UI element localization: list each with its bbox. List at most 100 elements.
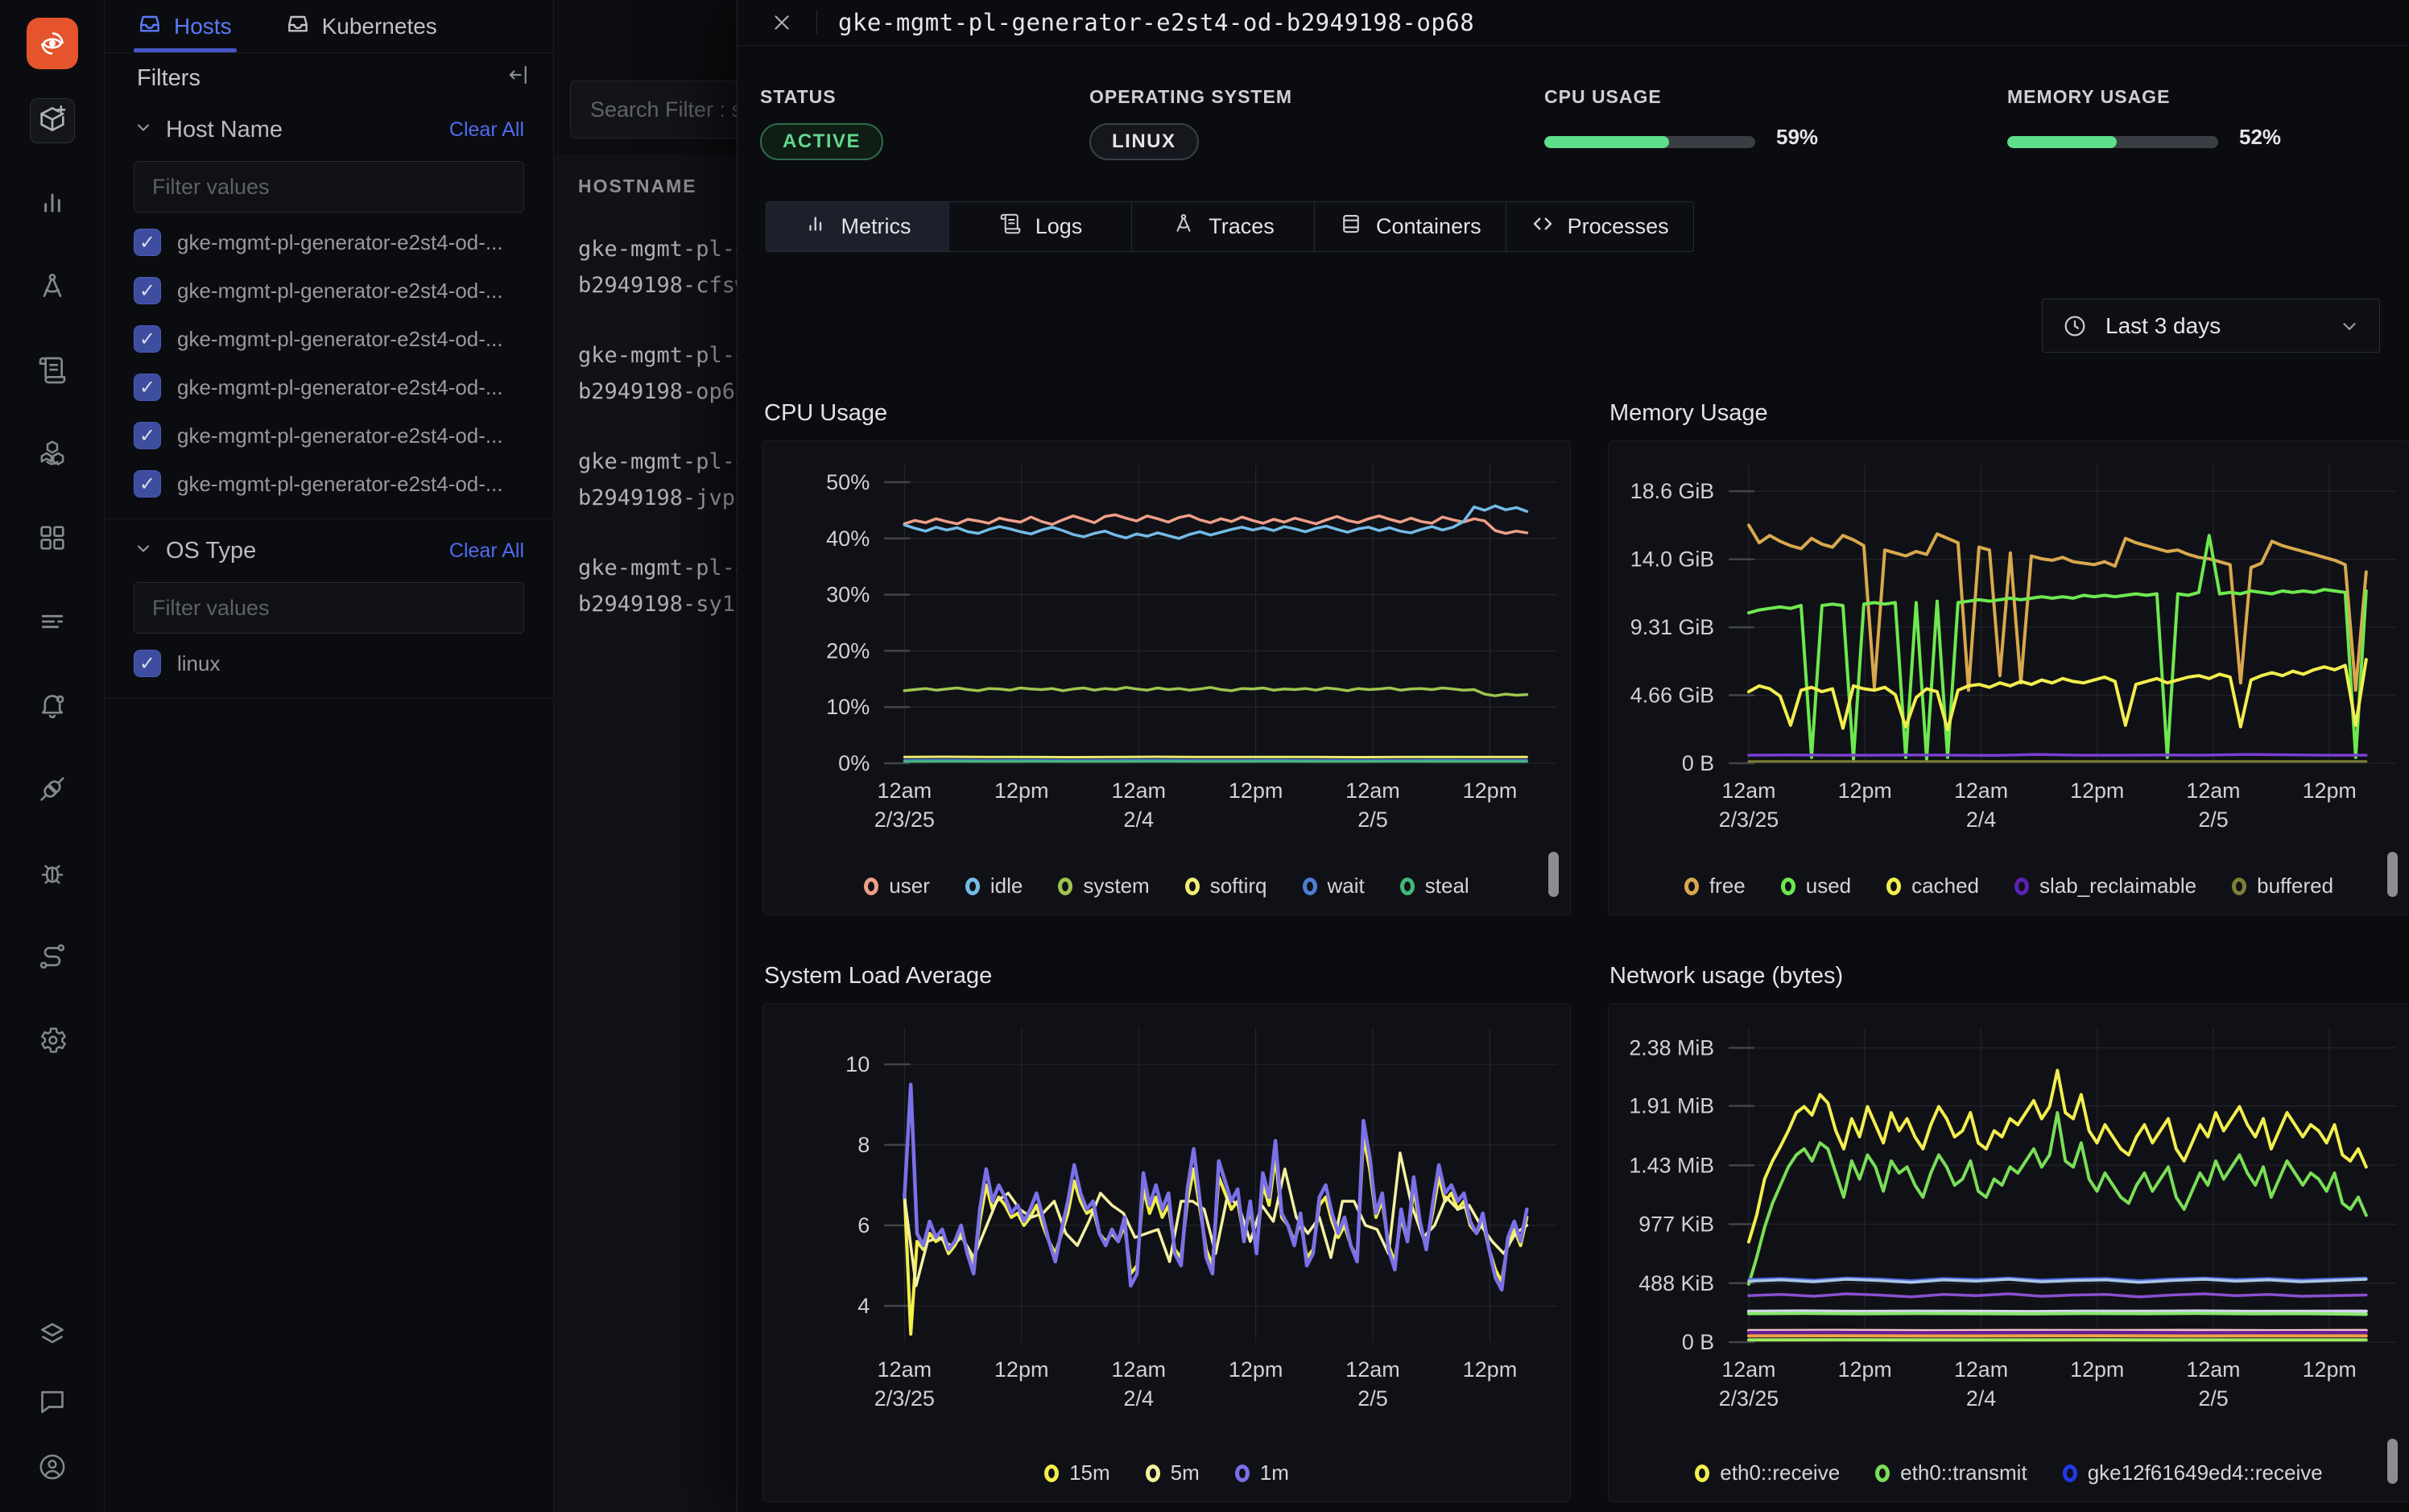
section-title: OS Type	[166, 538, 256, 564]
clear-all-link[interactable]: Clear All	[449, 118, 524, 142]
tab-traces[interactable]: Traces	[1131, 201, 1315, 252]
chevron-down-icon[interactable]	[134, 117, 153, 143]
legend-item[interactable]: cached	[1886, 874, 1979, 899]
checkbox-checked[interactable]: ✓	[134, 277, 161, 304]
chart-title: Memory Usage	[1609, 400, 2409, 429]
cpu-usage-bar	[1544, 136, 1755, 148]
clear-all-link[interactable]: Clear All	[449, 539, 524, 563]
rail-item-service-map[interactable]	[30, 936, 75, 981]
tab-kubernetes[interactable]: Kubernetes	[285, 0, 437, 52]
memory-usage-plot[interactable]: 0 B4.66 GiB9.31 GiB14.0 GiB18.6 GiB12am2…	[1609, 441, 2409, 848]
filter-option[interactable]: ✓gke-mgmt-pl-generator-e2st4-od-...	[134, 325, 524, 353]
rail-item-logs[interactable]	[30, 349, 75, 395]
rail-item-infra[interactable]	[30, 98, 75, 143]
svg-text:12pm: 12pm	[2070, 779, 2124, 803]
rail-item-traces[interactable]	[30, 266, 75, 311]
close-icon[interactable]	[768, 9, 795, 36]
legend-ring-icon	[1044, 1464, 1059, 1482]
rail-item-dashboard-grid[interactable]	[30, 517, 75, 562]
filter-option[interactable]: ✓gke-mgmt-pl-generator-e2st4-od-...	[134, 470, 524, 498]
svg-text:10%: 10%	[826, 695, 870, 719]
svg-text:8: 8	[857, 1133, 870, 1157]
tab-logs[interactable]: Logs	[948, 201, 1132, 252]
network-usage-plot[interactable]: 0 B488 KiB977 KiB1.43 MiB1.91 MiB2.38 Mi…	[1609, 1004, 2409, 1427]
svg-text:20%: 20%	[826, 638, 870, 663]
legend-ring-icon	[1235, 1464, 1250, 1482]
legend-item[interactable]: system	[1058, 874, 1149, 899]
tab-label: Hosts	[174, 14, 232, 39]
filter-option[interactable]: ✓gke-mgmt-pl-generator-e2st4-od-...	[134, 374, 524, 401]
rail-item-settings[interactable]	[30, 1019, 75, 1064]
drawer-title: gke-mgmt-pl-generator-e2st4-od-b2949198-…	[838, 9, 1474, 36]
rail-item-account[interactable]	[30, 1446, 75, 1491]
os-type-filter-input[interactable]	[134, 582, 524, 634]
legend-item[interactable]: idle	[965, 874, 1023, 899]
legend-item[interactable]: 15m	[1044, 1460, 1110, 1485]
filter-option[interactable]: ✓gke-mgmt-pl-generator-e2st4-od-...	[134, 229, 524, 256]
legend-item[interactable]: softirq	[1185, 874, 1267, 899]
checkbox-checked[interactable]: ✓	[134, 325, 161, 353]
grid-icon	[36, 522, 68, 558]
checkbox-checked[interactable]: ✓	[134, 374, 161, 401]
legend-item[interactable]: 5m	[1146, 1460, 1200, 1485]
legend-item[interactable]: 1m	[1235, 1460, 1289, 1485]
rail-item-dashboards[interactable]	[30, 182, 75, 227]
tab-hosts[interactable]: Hosts	[137, 0, 232, 52]
svg-text:2/5: 2/5	[1357, 808, 1388, 832]
legend-ring-icon	[1781, 878, 1795, 895]
svg-text:2/4: 2/4	[1966, 1386, 1996, 1411]
legend-ring-icon	[1695, 1464, 1709, 1482]
legend-item[interactable]: user	[864, 874, 930, 899]
filters-panel: Hosts Kubernetes Filters Host Name Clear…	[105, 0, 554, 1512]
tab-containers[interactable]: Containers	[1314, 201, 1506, 252]
rail-item-alerts[interactable]	[30, 684, 75, 729]
legend-scrollbar[interactable]	[1548, 852, 1559, 897]
legend-item[interactable]: eth0::transmit	[1875, 1460, 2027, 1485]
legend-scrollbar[interactable]	[2387, 852, 2398, 897]
chevron-down-icon[interactable]	[134, 538, 153, 564]
svg-text:12am: 12am	[1111, 1357, 1166, 1382]
legend-item[interactable]: used	[1781, 874, 1851, 899]
legend-item[interactable]: slab_reclaimable	[2014, 874, 2196, 899]
rail-item-versions[interactable]	[30, 1314, 75, 1359]
status-badge: ACTIVE	[760, 123, 883, 160]
svg-text:12am: 12am	[2186, 779, 2240, 803]
system-load-chart: System Load Average 4681012am2/3/2512pm1…	[762, 963, 1571, 1502]
legend-scrollbar[interactable]	[2387, 1439, 2398, 1484]
svg-text:12am: 12am	[2186, 1357, 2240, 1382]
tab-label: Kubernetes	[322, 14, 437, 39]
legend-item[interactable]: steal	[1400, 874, 1469, 899]
rail-item-support[interactable]	[30, 1380, 75, 1425]
cpu-usage-chart: CPU Usage 0%10%20%30%40%50%12am2/3/2512p…	[762, 400, 1571, 915]
legend-item[interactable]: wait	[1303, 874, 1365, 899]
collapse-panel-icon[interactable]	[506, 63, 531, 93]
legend-item[interactable]: gke12f61649ed4::receive	[2063, 1460, 2323, 1485]
app-logo[interactable]	[27, 18, 78, 69]
legend-item[interactable]: free	[1684, 874, 1746, 899]
svg-text:12am: 12am	[1721, 779, 1775, 803]
cpu-usage-plot[interactable]: 0%10%20%30%40%50%12am2/3/2512pm12am2/412…	[763, 441, 1570, 848]
rail-item-exceptions[interactable]	[30, 852, 75, 897]
os-label: OPERATING SYSTEM	[1089, 86, 1292, 108]
checkbox-checked[interactable]: ✓	[134, 229, 161, 256]
filter-option[interactable]: ✓gke-mgmt-pl-generator-e2st4-od-...	[134, 422, 524, 449]
tab-metrics[interactable]: Metrics	[766, 201, 949, 252]
drafting-compass-icon	[1171, 212, 1196, 242]
host-name-filter-input[interactable]	[134, 161, 524, 213]
system-load-plot[interactable]: 4681012am2/3/2512pm12am2/412pm12am2/512p…	[763, 1004, 1570, 1427]
checkbox-checked[interactable]: ✓	[134, 650, 161, 677]
left-icon-rail	[0, 0, 105, 1512]
legend-ring-icon	[1303, 878, 1317, 895]
filter-option[interactable]: ✓gke-mgmt-pl-generator-e2st4-od-...	[134, 277, 524, 304]
rail-item-integrations[interactable]	[30, 768, 75, 813]
legend-item[interactable]: eth0::receive	[1695, 1460, 1840, 1485]
tab-processes[interactable]: Processes	[1506, 201, 1694, 252]
legend-item[interactable]: buffered	[2232, 874, 2333, 899]
filter-option[interactable]: ✓linux	[134, 650, 524, 677]
rail-item-infra-monitoring[interactable]	[30, 433, 75, 478]
rail-item-pipelines[interactable]	[30, 601, 75, 646]
svg-text:2/3/25: 2/3/25	[874, 1386, 935, 1411]
checkbox-checked[interactable]: ✓	[134, 470, 161, 498]
checkbox-checked[interactable]: ✓	[134, 422, 161, 449]
time-range-selector[interactable]: Last 3 days	[2042, 299, 2380, 353]
